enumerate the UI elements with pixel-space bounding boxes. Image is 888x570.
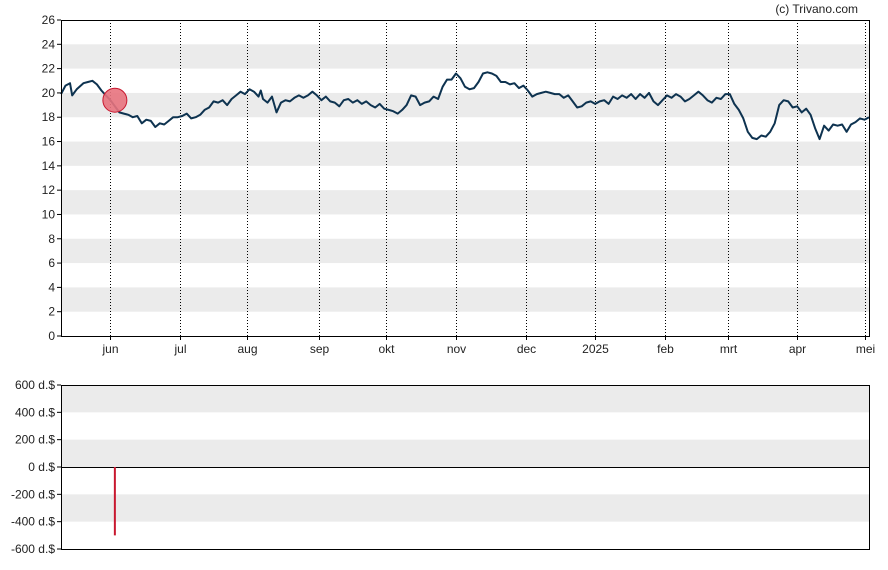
insider-trade-marker <box>102 87 128 113</box>
x-tick-label: nov <box>447 342 466 356</box>
price-chart: 02468101214161820222426jun jul aug sep okt no… <box>42 13 876 356</box>
chart-svg: 02468101214161820222426jun jul aug sep okt no… <box>11 13 876 556</box>
grid-band <box>61 494 869 522</box>
y-tick-label: 20 <box>42 86 56 100</box>
x-tick-label: jul <box>173 342 186 356</box>
y-tick-label: 14 <box>42 159 56 173</box>
y-tick-label: 22 <box>42 62 56 76</box>
y-tick-label: 10 <box>42 207 56 221</box>
credit-text: (c) Trivano.com <box>775 2 858 16</box>
y-tick-label: 26 <box>42 13 56 27</box>
y-tick-label: 18 <box>42 110 56 124</box>
x-tick-label: feb <box>657 342 674 356</box>
grid-band <box>61 92 869 118</box>
y-tick-label: 2 <box>48 305 55 319</box>
y-tick-label: -400 d.$ <box>11 515 55 529</box>
chart-stage: (c) Trivano.com 0 2 4 6 8 10 12 14 16 18 20 22 24 26 j… <box>0 0 888 565</box>
y-tick-label: 600 d.$ <box>15 378 55 392</box>
x-tick-label: mrt <box>720 342 738 356</box>
x-tick-label: apr <box>789 342 806 356</box>
y-tick-label: 12 <box>42 183 56 197</box>
x-tick-label: aug <box>237 342 257 356</box>
y-tick-label: 200 d.$ <box>15 433 55 447</box>
y-tick-label: 4 <box>48 280 55 294</box>
grid-band <box>61 141 869 166</box>
insider-chart: 600 d.$ 400 d.$ 200 d.$ 0 d.$ -200 d.$ -400 d… <box>11 378 870 556</box>
y-tick-label: 6 <box>48 256 55 270</box>
y-tick-label: 400 d.$ <box>15 405 55 419</box>
y-tick-label: 24 <box>42 37 56 51</box>
y-tick-label: 8 <box>48 232 55 246</box>
x-tick-label: jun <box>101 342 118 356</box>
y-tick-label: -600 d.$ <box>11 542 55 556</box>
y-tick-label: 0 <box>48 329 55 343</box>
x-tick-label: sep <box>310 342 330 356</box>
grid-band <box>61 439 869 467</box>
grid-band <box>61 44 869 69</box>
x-tick-label: dec <box>517 342 536 356</box>
grid-band <box>61 190 869 215</box>
y-tick-label: -200 d.$ <box>11 487 55 501</box>
x-tick-label: mei <box>856 342 875 356</box>
grid-band <box>61 238 869 264</box>
grid-band <box>61 385 869 413</box>
grid-band <box>61 287 869 312</box>
y-tick-label: 16 <box>42 135 56 149</box>
y-tick-label: 0 d.$ <box>28 460 55 474</box>
x-tick-label: okt <box>378 342 395 356</box>
x-tick-label: 2025 <box>582 342 609 356</box>
